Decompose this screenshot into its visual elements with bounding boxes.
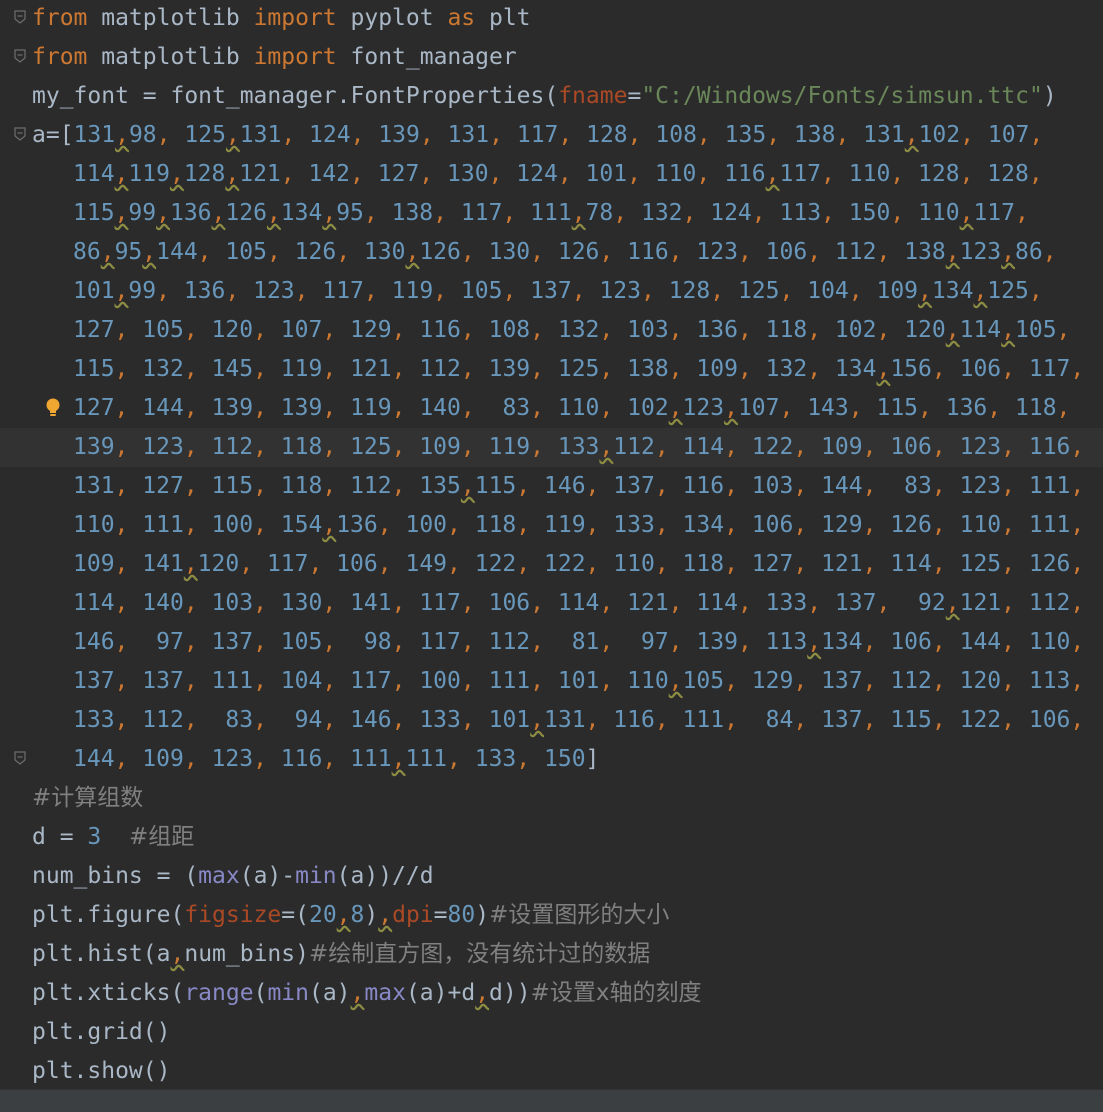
code-text: plt.grid() [32, 1019, 171, 1045]
code-line[interactable]: 131, 127, 115, 118, 112, 135,115, 146, 1… [0, 467, 1103, 506]
code-line[interactable]: 139, 123, 112, 118, 125, 109, 119, 133,1… [0, 428, 1103, 467]
code-line[interactable]: 146, 97, 137, 105, 98, 117, 112, 81, 97,… [0, 623, 1103, 662]
code-text: 127, 105, 120, 107, 129, 116, 108, 132, … [73, 317, 1071, 343]
code-editor[interactable]: from matplotlib import pyplot as plt from… [0, 0, 1103, 1090]
code-line[interactable]: 109, 141,120, 117, 106, 149, 122, 122, 1… [0, 545, 1103, 584]
code-line[interactable]: num_bins = (max(a)-min(a))//d [0, 857, 1103, 896]
code-text: 133, 112, 83, 94, 146, 133, 101,131, 116… [73, 707, 1085, 733]
code-line[interactable]: 137, 137, 111, 104, 117, 100, 111, 101, … [0, 662, 1103, 701]
code-text: #计算组数 [32, 785, 144, 811]
code-text: plt.hist(a,num_bins)#绘制直方图，没有统计过的数据 [32, 941, 651, 967]
code-line[interactable]: 115, 132, 145, 119, 121, 112, 139, 125, … [0, 350, 1103, 389]
code-text: from matplotlib import pyplot as plt [32, 5, 531, 31]
code-line[interactable]: 127, 144, 139, 139, 119, 140, 83, 110, 1… [0, 389, 1103, 428]
code-text: 137, 137, 111, 104, 117, 100, 111, 101, … [73, 668, 1085, 694]
code-text: a=[131,98, 125,131, 124, 139, 131, 117, … [32, 122, 1044, 148]
code-line[interactable]: 144, 109, 123, 116, 111,111, 133, 150] [0, 740, 1103, 779]
code-line[interactable]: from matplotlib import font_manager [0, 38, 1103, 77]
code-text: 109, 141,120, 117, 106, 149, 122, 122, 1… [73, 551, 1085, 577]
code-line[interactable]: d = 3 #组距 [0, 818, 1103, 857]
code-text: 86,95,144, 105, 126, 130,126, 130, 126, … [73, 239, 1057, 265]
code-line[interactable]: plt.hist(a,num_bins)#绘制直方图，没有统计过的数据 [0, 935, 1103, 974]
code-text: 114, 140, 103, 130, 141, 117, 106, 114, … [73, 590, 1085, 616]
code-line[interactable]: 115,99,136,126,134,95, 138, 117, 111,78,… [0, 194, 1103, 233]
code-line[interactable]: 110, 111, 100, 154,136, 100, 118, 119, 1… [0, 506, 1103, 545]
code-text: plt.figure(figsize=(20,8),dpi=80)#设置图形的大… [32, 902, 670, 928]
code-line[interactable]: plt.show() [0, 1052, 1103, 1091]
code-text: 115, 132, 145, 119, 121, 112, 139, 125, … [73, 356, 1085, 382]
code-line[interactable]: 101,99, 136, 123, 117, 119, 105, 137, 12… [0, 272, 1103, 311]
code-text: 115,99,136,126,134,95, 138, 117, 111,78,… [73, 200, 1029, 226]
code-line[interactable]: from matplotlib import pyplot as plt [0, 0, 1103, 38]
code-line[interactable]: plt.figure(figsize=(20,8),dpi=80)#设置图形的大… [0, 896, 1103, 935]
code-line[interactable]: plt.xticks(range(min(a),max(a)+d,d))#设置x… [0, 974, 1103, 1013]
code-line[interactable]: a=[131,98, 125,131, 124, 139, 131, 117, … [0, 116, 1103, 155]
code-line[interactable]: plt.grid() [0, 1013, 1103, 1052]
code-line[interactable]: 127, 105, 120, 107, 129, 116, 108, 132, … [0, 311, 1103, 350]
fold-marker-icon[interactable] [14, 751, 26, 765]
fold-marker-icon[interactable] [14, 10, 26, 24]
code-line[interactable]: 114,119,128,121, 142, 127, 130, 124, 101… [0, 155, 1103, 194]
code-text: plt.xticks(range(min(a),max(a)+d,d))#设置x… [32, 980, 702, 1006]
code-line[interactable]: 86,95,144, 105, 126, 130,126, 130, 126, … [0, 233, 1103, 272]
code-line[interactable]: my_font = font_manager.FontProperties(fn… [0, 77, 1103, 116]
code-text: plt.show() [32, 1058, 171, 1084]
code-text: num_bins = (max(a)-min(a))//d [32, 863, 434, 889]
fold-marker-icon[interactable] [14, 49, 26, 63]
code-text: 114,119,128,121, 142, 127, 130, 124, 101… [73, 161, 1043, 187]
code-line[interactable]: #计算组数 [0, 779, 1103, 818]
code-text: d = 3 #组距 [32, 824, 195, 850]
code-text: 131, 127, 115, 118, 112, 135,115, 146, 1… [73, 473, 1085, 499]
code-line[interactable]: 114, 140, 103, 130, 141, 117, 106, 114, … [0, 584, 1103, 623]
code-text: 101,99, 136, 123, 117, 119, 105, 137, 12… [73, 278, 1043, 304]
code-text: 127, 144, 139, 139, 119, 140, 83, 110, 1… [73, 395, 1071, 421]
code-text: from matplotlib import font_manager [32, 44, 517, 70]
code-text: 144, 109, 123, 116, 111,111, 133, 150] [73, 746, 600, 772]
code-text: 146, 97, 137, 105, 98, 117, 112, 81, 97,… [73, 629, 1085, 655]
status-bar [0, 1089, 1103, 1112]
code-text: my_font = font_manager.FontProperties(fn… [32, 83, 1057, 109]
code-line[interactable]: 133, 112, 83, 94, 146, 133, 101,131, 116… [0, 701, 1103, 740]
fold-marker-icon[interactable] [14, 127, 26, 141]
code-text: 110, 111, 100, 154,136, 100, 118, 119, 1… [73, 512, 1085, 538]
code-text: 139, 123, 112, 118, 125, 109, 119, 133,1… [73, 434, 1085, 460]
